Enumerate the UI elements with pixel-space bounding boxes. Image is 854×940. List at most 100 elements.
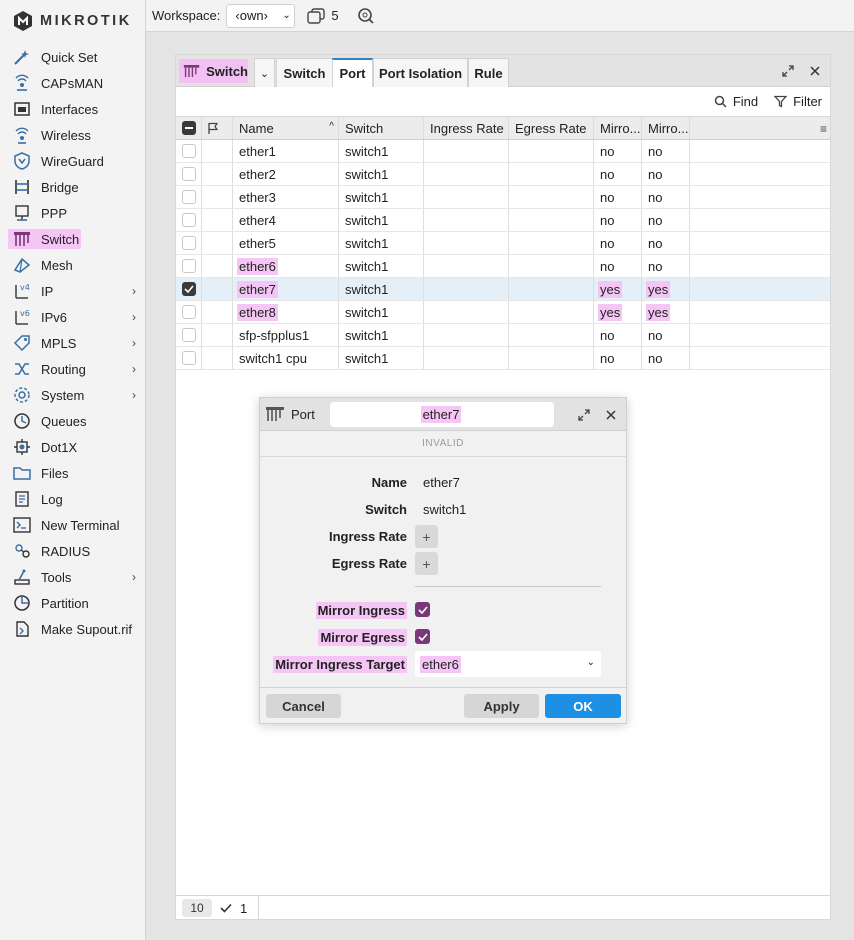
column-header-name[interactable]: Name ^ (233, 117, 339, 139)
sidebar-item-new-terminal[interactable]: New Terminal (0, 512, 146, 538)
row-checkbox-cell[interactable] (176, 232, 202, 254)
cell-switch-text: switch1 (345, 212, 389, 228)
flag-column-header[interactable] (202, 117, 233, 139)
workspace-select[interactable]: ‹own› ⌄ (226, 3, 296, 28)
row-checkbox[interactable] (182, 190, 196, 204)
row-checkbox[interactable] (182, 305, 196, 319)
find-button[interactable]: Find (714, 94, 758, 109)
row-checkbox-cell[interactable] (176, 163, 202, 185)
cell-mirror-egress: yes (642, 301, 690, 323)
sidebar-item-dot1x[interactable]: Dot1X (0, 434, 146, 460)
select-all-checkbox[interactable] (176, 117, 202, 139)
open-windows-button[interactable]: 5 (307, 7, 339, 24)
interfaces-icon (12, 99, 32, 119)
sidebar-item-system[interactable]: System › (0, 382, 146, 408)
table-row[interactable]: ether6 switch1 no no (176, 255, 830, 278)
table-row[interactable]: ether3 switch1 no no (176, 186, 830, 209)
mirror-egress-checkbox[interactable] (415, 629, 430, 644)
add-ingress-rate-button[interactable]: + (415, 525, 438, 548)
ok-button[interactable]: OK (545, 694, 621, 718)
tab-rule[interactable]: Rule (468, 58, 509, 87)
cell-switch: switch1 (339, 163, 424, 185)
table-row[interactable]: ether4 switch1 no no (176, 209, 830, 232)
row-flag-cell (202, 209, 233, 231)
sidebar-item-radius[interactable]: RADIUS (0, 538, 146, 564)
row-checkbox[interactable] (182, 236, 196, 250)
sidebar-item-mpls[interactable]: MPLS › (0, 330, 146, 356)
window-title-text: Switch (206, 63, 248, 79)
sidebar-item-wireguard[interactable]: WireGuard (0, 148, 146, 174)
mirror-ingress-checkbox[interactable] (415, 602, 430, 617)
sidebar-item-queues[interactable]: Queues (0, 408, 146, 434)
close-icon (810, 66, 820, 76)
cell-ingress-rate (424, 255, 509, 277)
column-header-ingress-rate[interactable]: Ingress Rate (424, 117, 509, 139)
row-checkbox-cell[interactable] (176, 209, 202, 231)
row-checkbox-cell[interactable] (176, 186, 202, 208)
sidebar-item-wireless[interactable]: Wireless (0, 122, 146, 148)
apply-button[interactable]: Apply (464, 694, 539, 718)
row-checkbox[interactable] (182, 144, 196, 158)
expand-icon (578, 409, 590, 421)
sidebar-item-tools[interactable]: Tools › (0, 564, 146, 590)
sidebar-item-label: Make Supout.rif (41, 621, 133, 637)
table-row[interactable]: ether1 switch1 no no (176, 140, 830, 163)
sidebar-item-ipv6[interactable]: v6 IPv6 › (0, 304, 146, 330)
dialog-expand-button[interactable] (576, 407, 592, 423)
table-row[interactable]: sfp-sfpplus1 switch1 no no (176, 324, 830, 347)
sidebar-item-files[interactable]: Files (0, 460, 146, 486)
table-row[interactable]: ether7 switch1 yes yes (176, 278, 830, 301)
wireless-icon (12, 125, 32, 145)
table-row[interactable]: ether5 switch1 no no (176, 232, 830, 255)
mirror-ingress-target-select[interactable]: ether6 ⌄ (415, 651, 601, 677)
field-ingress-rate: Ingress Rate + (260, 525, 626, 549)
port-table: Name ^ Switch Ingress Rate Egress Rate M… (176, 116, 830, 370)
search-button[interactable] (357, 7, 375, 25)
close-icon (606, 410, 616, 420)
row-checkbox-cell[interactable] (176, 255, 202, 277)
row-checkbox-cell[interactable] (176, 140, 202, 162)
column-header-mirror-egress[interactable]: Mirro... (642, 117, 690, 139)
dialog-close-button[interactable] (603, 407, 619, 423)
add-egress-rate-button[interactable]: + (415, 552, 438, 575)
sidebar-item-log[interactable]: Log (0, 486, 146, 512)
row-checkbox-cell[interactable] (176, 324, 202, 346)
sidebar-item-mesh[interactable]: Mesh (0, 252, 146, 278)
expand-button[interactable] (780, 63, 796, 79)
row-checkbox[interactable] (182, 351, 196, 365)
table-row[interactable]: ether8 switch1 yes yes (176, 301, 830, 324)
tab-switch[interactable]: Switch (276, 58, 333, 87)
row-checkbox-cell[interactable] (176, 278, 202, 300)
sidebar-item-switch[interactable]: Switch (0, 226, 146, 252)
sidebar-item-ip[interactable]: v4 IP › (0, 278, 146, 304)
close-button[interactable] (807, 63, 823, 79)
row-checkbox[interactable] (182, 213, 196, 227)
sidebar-item-ppp[interactable]: PPP (0, 200, 146, 226)
row-checkbox[interactable] (182, 167, 196, 181)
column-header-switch[interactable]: Switch (339, 117, 424, 139)
column-menu-icon[interactable]: ≡ (820, 122, 827, 136)
row-checkbox-cell[interactable] (176, 301, 202, 323)
sidebar-item-partition[interactable]: Partition (0, 590, 146, 616)
column-header-mirror-ingress[interactable]: Mirro... (594, 117, 642, 139)
table-row[interactable]: ether2 switch1 no no (176, 163, 830, 186)
row-checkbox[interactable] (182, 259, 196, 273)
sidebar-item-bridge[interactable]: Bridge (0, 174, 146, 200)
row-checkbox[interactable] (182, 328, 196, 342)
sidebar-item-quick-set[interactable]: Quick Set (0, 44, 146, 70)
sidebar-item-routing[interactable]: Routing › (0, 356, 146, 382)
sidebar-item-interfaces[interactable]: Interfaces (0, 96, 146, 122)
row-checkbox-cell[interactable] (176, 347, 202, 369)
filter-button[interactable]: Filter (774, 94, 822, 109)
tab-port[interactable]: Port (332, 58, 373, 87)
mikrotik-logo[interactable]: MIKROTIK (12, 9, 132, 33)
cancel-button[interactable]: Cancel (266, 694, 341, 718)
table-row[interactable]: switch1 cpu switch1 no no (176, 347, 830, 370)
sidebar-item-make-supout-rif[interactable]: Make Supout.rif (0, 616, 146, 642)
sidebar-item-capsman[interactable]: CAPsMAN (0, 70, 146, 96)
tab-port-isolation[interactable]: Port Isolation (373, 58, 468, 87)
row-checkbox[interactable] (182, 282, 196, 296)
cell-name: ether6 (233, 255, 339, 277)
column-header-egress-rate[interactable]: Egress Rate (509, 117, 594, 139)
tab-dropdown-button[interactable]: ⌄ (254, 58, 275, 87)
